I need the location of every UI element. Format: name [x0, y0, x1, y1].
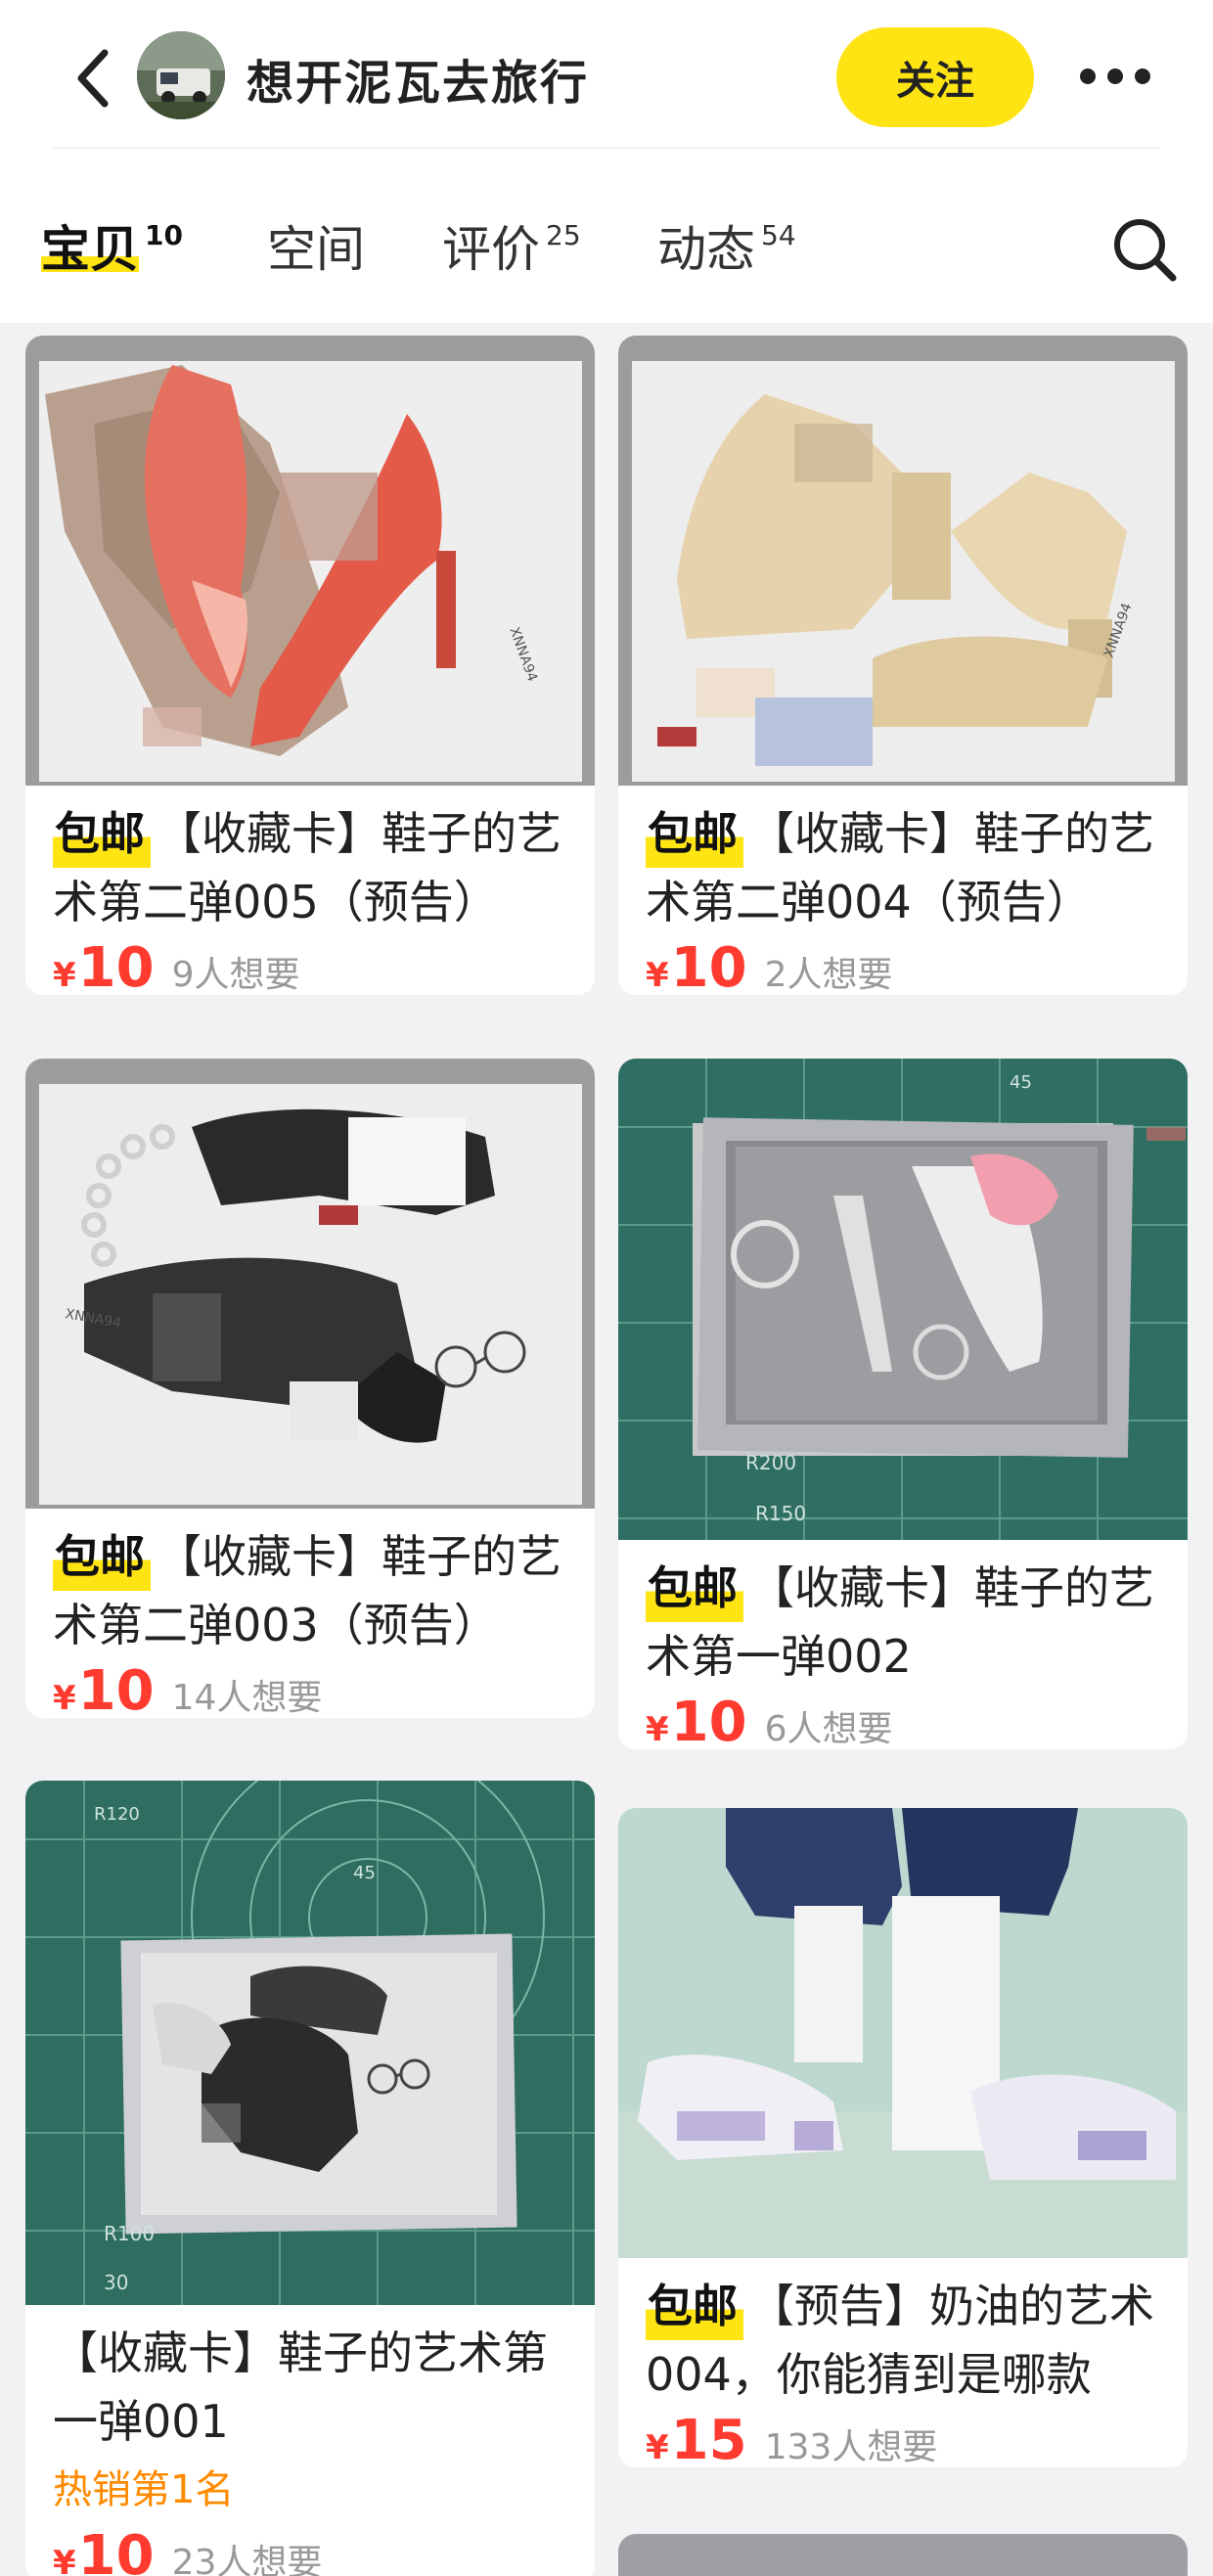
product-price: ¥10	[646, 936, 747, 995]
product-card[interactable]: R100 30 45 R120 【收藏卡】鞋子的艺术第一弹001 热销第1名 ¥…	[25, 1781, 595, 2576]
mat-label: R200	[745, 1451, 796, 1474]
mat-label: 30	[104, 2271, 128, 2294]
product-price: ¥10	[646, 1691, 747, 1749]
product-card[interactable]: XNNA94 包邮 【收藏卡】鞋子的艺术第二弹005（预告） ¥10 9人想要	[25, 336, 595, 995]
currency-symbol: ¥	[646, 956, 669, 995]
product-image: XNNA94	[618, 336, 1188, 786]
mat-label: 45	[1010, 1072, 1032, 1093]
product-image	[618, 2534, 1188, 2576]
product-card[interactable]: XNNA94 包邮 【收藏卡】鞋子的艺术第二弹003（预告） ¥10 14人想要	[25, 1059, 595, 1718]
currency-symbol: ¥	[53, 956, 76, 995]
shop-avatar[interactable]	[137, 31, 225, 119]
mat-label: R100	[104, 2222, 155, 2245]
mat-label: R120	[94, 1804, 140, 1825]
product-card[interactable]: R200 R150 45 包邮 【收藏卡】鞋子的艺术第一弹002 ¥10 6人想要	[618, 1059, 1188, 1749]
product-price: ¥10	[53, 936, 155, 995]
price-value: 10	[77, 1659, 155, 1718]
tab-space[interactable]: 空间	[267, 210, 365, 281]
tab-count: 25	[546, 219, 581, 251]
want-count: 2人想要	[764, 955, 893, 995]
tab-items[interactable]: 宝贝 10	[41, 210, 183, 281]
price-value: 10	[670, 1691, 747, 1749]
free-shipping-tag: 包邮	[53, 1522, 151, 1591]
free-shipping-tag: 包邮	[646, 2272, 743, 2340]
tab-moments[interactable]: 动态 54	[657, 210, 796, 281]
price-value: 10	[77, 2524, 155, 2576]
currency-symbol: ¥	[53, 1679, 76, 1718]
product-image: XNNA94	[25, 336, 595, 786]
tab-reviews[interactable]: 评价 25	[442, 210, 581, 281]
free-shipping-tag: 包邮	[53, 799, 151, 868]
more-dots-icon	[1080, 68, 1150, 84]
currency-symbol: ¥	[646, 1710, 669, 1749]
tab-label: 动态	[657, 221, 755, 278]
price-value: 15	[670, 2409, 747, 2467]
want-count: 23人想要	[171, 2543, 323, 2576]
product-title: 包邮 【收藏卡】鞋子的艺术第一弹002	[646, 1554, 1160, 1691]
currency-symbol: ¥	[646, 2428, 669, 2467]
mat-label: R150	[755, 1502, 806, 1525]
product-title: 【收藏卡】鞋子的艺术第一弹001	[53, 2327, 548, 2448]
product-image: R100 30 45 R120	[25, 1781, 595, 2305]
product-price: ¥10	[53, 2524, 155, 2576]
product-image: R200 R150 45	[618, 1059, 1188, 1540]
shop-header: 想开泥瓦去旅行 关注 宝贝 10 空间 评价 25 动态 54	[0, 0, 1213, 323]
product-image	[618, 1808, 1188, 2258]
product-card[interactable]	[618, 2534, 1188, 2576]
more-button[interactable]	[1076, 59, 1154, 94]
product-title: 包邮 【预告】奶油的艺术004，你能猜到是哪款	[646, 2272, 1160, 2409]
product-title: 包邮 【收藏卡】鞋子的艺术第二弹005（预告）	[53, 799, 567, 936]
search-icon	[1114, 219, 1177, 282]
product-title: 包邮 【收藏卡】鞋子的艺术第二弹003（预告）	[53, 1522, 567, 1659]
mat-label: 45	[353, 1863, 376, 1883]
product-price: ¥10	[53, 1659, 155, 1718]
want-count: 14人想要	[171, 1678, 323, 1718]
product-title: 包邮 【收藏卡】鞋子的艺术第二弹004（预告）	[646, 799, 1160, 936]
tab-count: 10	[145, 219, 183, 251]
product-price: ¥15	[646, 2409, 747, 2467]
shop-name: 想开泥瓦去旅行	[247, 56, 590, 111]
back-arrow-icon	[77, 49, 109, 108]
currency-symbol: ¥	[53, 2544, 76, 2576]
price-value: 10	[670, 936, 747, 995]
tab-label: 评价	[442, 221, 540, 278]
follow-button[interactable]: 关注	[836, 27, 1034, 127]
product-image: XNNA94	[25, 1059, 595, 1509]
tab-label: 宝贝	[41, 221, 139, 278]
want-count: 9人想要	[171, 955, 300, 995]
free-shipping-tag: 包邮	[646, 1554, 743, 1622]
price-value: 10	[77, 936, 155, 995]
free-shipping-tag: 包邮	[646, 799, 743, 868]
product-card[interactable]: 包邮 【预告】奶油的艺术004，你能猜到是哪款 ¥15 133人想要	[618, 1808, 1188, 2467]
header-divider	[54, 147, 1159, 149]
want-count: 6人想要	[764, 1709, 893, 1749]
search-button[interactable]	[1110, 215, 1179, 284]
tab-count: 54	[761, 219, 796, 251]
want-count: 133人想要	[764, 2427, 938, 2467]
hot-sale-rank: 热销第1名	[53, 2467, 235, 2512]
tab-label: 空间	[267, 221, 365, 278]
shop-tabs: 宝贝 10 空间 评价 25 动态 54	[0, 201, 1213, 298]
back-button[interactable]	[59, 39, 127, 117]
product-card[interactable]: XNNA94 包邮 【收藏卡】鞋子的艺术第二弹004（预告） ¥10 2人想要	[618, 336, 1188, 995]
